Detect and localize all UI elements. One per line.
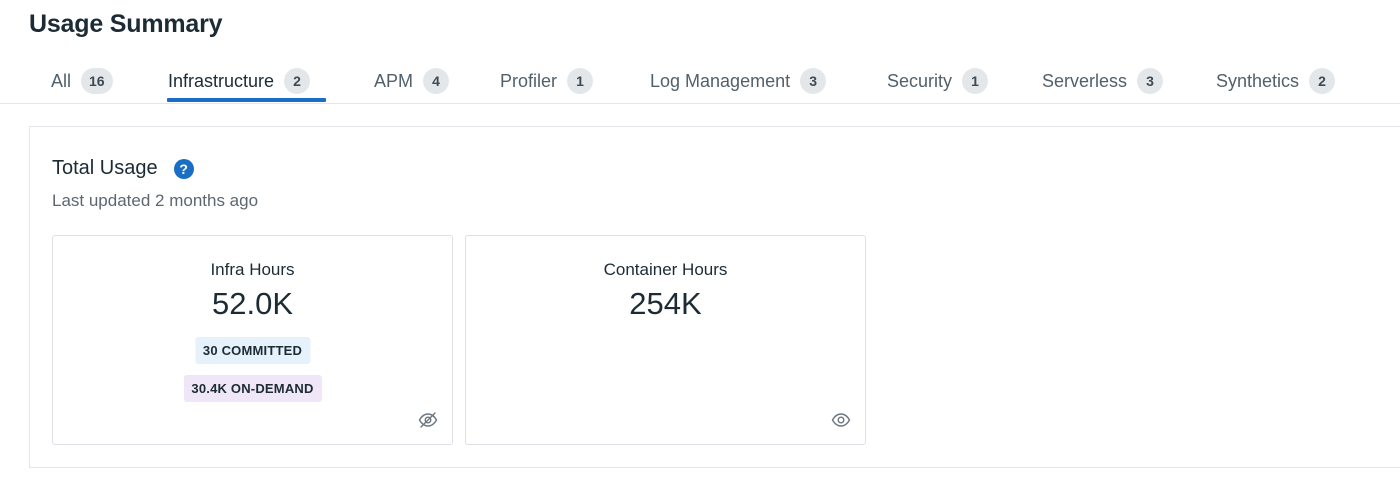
total-usage-heading: Total Usage ?	[52, 157, 194, 180]
total-usage-panel: Total Usage ? Last updated 2 months ago …	[29, 126, 1400, 468]
tab-count-badge: 3	[800, 68, 827, 94]
page-title: Usage Summary	[29, 10, 223, 38]
tab-count-badge: 1	[567, 68, 594, 94]
last-updated-text: Last updated 2 months ago	[52, 191, 259, 210]
tab-apm[interactable]: APM 4	[374, 58, 450, 104]
help-icon[interactable]: ?	[173, 158, 194, 179]
tab-security[interactable]: Security 1	[887, 58, 989, 104]
tab-synthetics[interactable]: Synthetics 2	[1216, 58, 1336, 104]
tab-all[interactable]: All 16	[51, 58, 113, 104]
tab-label: Log Management	[650, 70, 791, 91]
card-value: 52.0K	[211, 286, 293, 321]
tab-serverless[interactable]: Serverless 3	[1042, 58, 1164, 104]
card-value: 254K	[629, 286, 702, 321]
tab-count-badge: 2	[284, 68, 311, 94]
tab-label: Synthetics	[1216, 70, 1300, 91]
tab-label: Security	[887, 70, 953, 91]
tab-log-management[interactable]: Log Management 3	[650, 58, 827, 104]
tab-count-badge: 2	[1309, 68, 1336, 94]
tab-label: Serverless	[1042, 70, 1128, 91]
card-label: Container Hours	[603, 260, 728, 279]
usage-card-infra-hours: Infra Hours 52.0K 30 COMMITTED 30.4K ON-…	[52, 235, 453, 445]
eye-icon[interactable]	[831, 412, 851, 428]
usage-tabs: All 16 Infrastructure 2 APM 4 Profiler 1…	[0, 58, 1400, 104]
tab-count-badge: 16	[81, 68, 113, 94]
tab-count-badge: 4	[423, 68, 450, 94]
total-usage-title: Total Usage	[52, 157, 158, 179]
tab-label: Profiler	[500, 70, 558, 91]
tab-label: All	[51, 70, 72, 91]
committed-badge: 30 COMMITTED	[194, 337, 311, 364]
eye-slash-icon[interactable]	[418, 412, 438, 428]
tab-profiler[interactable]: Profiler 1	[500, 58, 594, 104]
usage-card-container-hours: Container Hours 254K	[465, 235, 866, 445]
tab-count-badge: 1	[962, 68, 989, 94]
tab-label: Infrastructure	[168, 70, 275, 91]
tab-count-badge: 3	[1137, 68, 1164, 94]
tab-label: APM	[374, 70, 414, 91]
card-label: Infra Hours	[210, 260, 295, 279]
active-tab-indicator	[167, 98, 326, 102]
on-demand-badge: 30.4K ON-DEMAND	[183, 375, 322, 402]
